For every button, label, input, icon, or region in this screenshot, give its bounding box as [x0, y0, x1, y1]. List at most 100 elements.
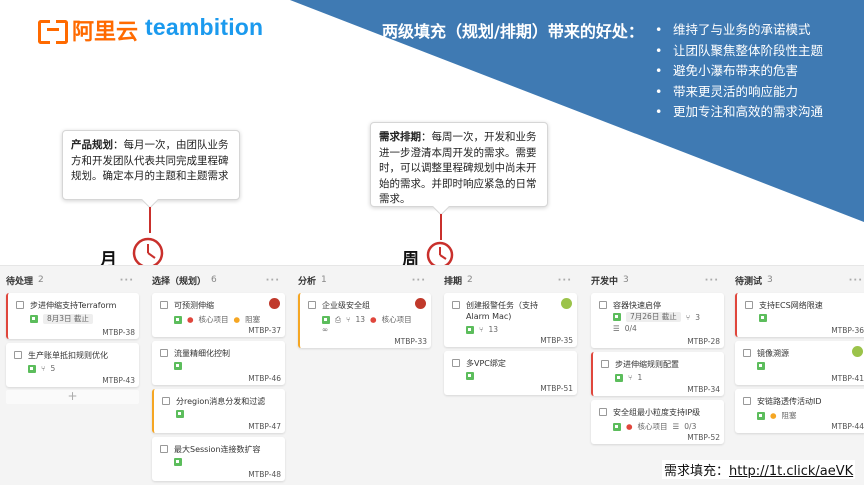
more-icon[interactable]: ··· [266, 275, 280, 286]
task-type-icon [757, 411, 765, 420]
task-id: MTBP-38 [102, 328, 135, 337]
callout-month-title: 产品规划 [71, 139, 113, 151]
task-checkbox[interactable] [160, 445, 168, 453]
subtask-icon: ⑂ [685, 312, 691, 322]
task-card[interactable]: 创建报警任务（支持Alarm Mac) ⑂ 13 MTBP-35 [444, 293, 577, 347]
task-checkbox[interactable] [599, 301, 607, 309]
footer-label: 需求填充： [664, 464, 730, 479]
column-header[interactable]: 分析 1 ··· [292, 266, 432, 294]
task-card[interactable]: 步进伸缩规则配置 ⑂ 1 MTBP-34 [591, 352, 724, 396]
task-checkbox[interactable] [14, 351, 22, 359]
task-meta: ● 核心项目 ☰ 0/3 [613, 421, 696, 432]
column-header[interactable]: 开发中 3 ··· [585, 266, 725, 294]
teambition-logo: teambition [145, 14, 264, 40]
task-id: MTBP-47 [248, 422, 281, 431]
more-icon[interactable]: ··· [705, 275, 719, 286]
task-id: MTBP-36 [831, 326, 864, 335]
avatar[interactable] [561, 298, 572, 309]
subtask-count: 3 [695, 312, 700, 322]
task-meta [466, 372, 474, 380]
task-meta: ☰ 0/4 [613, 324, 637, 333]
requirement-link[interactable]: http://1t.click/aeVK [729, 464, 853, 479]
column-header[interactable]: 待处理 2 ··· [0, 266, 140, 294]
task-meta: ● 阻塞 [757, 410, 797, 421]
task-checkbox[interactable] [601, 360, 609, 368]
benefits-list: 维持了与业务的承诺模式 让团队聚焦整体阶段性主题 避免小瀑布带来的危害 带来更灵… [655, 20, 823, 123]
task-card[interactable]: 流量精细化控制 MTBP-46 [152, 341, 285, 385]
add-task-button[interactable]: + [6, 390, 139, 404]
subtask-icon: ⑂ [346, 315, 351, 324]
tag-label: 阻塞 [245, 315, 261, 324]
task-card[interactable]: 容器快速启停 7月26日 截止 ⑂ 3 ☰ 0/4 MTBP-28 [591, 293, 724, 348]
task-id: MTBP-51 [540, 384, 573, 393]
task-title: 多VPC绑定 [466, 359, 506, 368]
task-checkbox[interactable] [160, 349, 168, 357]
aliyun-wordmark: 阿里云 [72, 20, 139, 45]
column-title: 待测试 [735, 276, 763, 287]
task-card[interactable]: 安全组最小粒度支持IP级 ● 核心项目 ☰ 0/3 MTBP-52 [591, 400, 724, 444]
task-card[interactable]: 安链路透传活动ID ● 阻塞 MTBP-44 [735, 389, 864, 433]
task-id: MTBP-35 [540, 336, 573, 345]
more-icon[interactable]: ··· [558, 275, 572, 286]
task-card[interactable]: 生产账单抵扣规则优化 ⑂ 5 MTBP-43 [6, 343, 139, 387]
task-title: 容器快速启停 [613, 301, 661, 310]
more-icon[interactable]: ··· [412, 275, 426, 286]
task-type-icon [613, 313, 621, 321]
week-pointer-line [440, 214, 442, 240]
column-todo: 待处理 2 ··· 步进伸缩支持Terraform 8月3日 截止 MTBP-3… [0, 266, 140, 485]
column-header[interactable]: 待测试 3 ··· [729, 266, 864, 294]
task-title: 步进伸缩规则配置 [615, 360, 679, 369]
task-meta [174, 458, 182, 466]
task-checkbox[interactable] [452, 359, 460, 367]
checklist-count: 0/4 [624, 324, 637, 333]
task-type-icon [174, 362, 182, 370]
task-card[interactable]: 企业级安全组 ⎙ ⑂ 13 ● 核心项目 ∞ MTBP-33 [298, 293, 431, 348]
slide: 阿里云 teambition 两级填充（规划/排期）带来的好处： 维持了与业务的… [0, 0, 864, 485]
task-meta: ⑂ 5 [28, 364, 55, 373]
subtask-count: 13 [488, 325, 499, 334]
task-checkbox[interactable] [743, 349, 751, 357]
more-icon[interactable]: ··· [120, 275, 134, 286]
task-title: 镜像溯源 [757, 349, 789, 358]
task-checkbox[interactable] [452, 301, 460, 309]
footer-link: 需求填充：http://1t.click/aeVK [662, 460, 856, 479]
tag-dot-icon: ● [626, 422, 633, 431]
attachment-icon: ⎙ [335, 314, 341, 324]
column-header[interactable]: 排期 2 ··· [438, 266, 578, 294]
task-meta: ⑂ 13 [466, 325, 498, 334]
task-type-icon [466, 325, 474, 334]
task-checkbox[interactable] [308, 301, 316, 309]
task-title: 最大Session连接数扩容 [174, 445, 261, 454]
avatar[interactable] [415, 298, 426, 309]
task-card[interactable]: 镜像溯源 MTBP-41 [735, 341, 864, 385]
subtask-icon: ⑂ [628, 373, 633, 382]
task-title: 可预测伸缩 [174, 301, 214, 310]
task-checkbox[interactable] [162, 397, 170, 405]
tag-label: 核心项目 [198, 315, 229, 324]
benefit-item: 让团队聚焦整体阶段性主题 [655, 41, 823, 62]
checklist-count: 0/3 [684, 422, 697, 431]
task-type-icon [615, 373, 623, 382]
task-card[interactable]: 步进伸缩支持Terraform 8月3日 截止 MTBP-38 [6, 293, 139, 339]
task-checkbox[interactable] [599, 408, 607, 416]
task-checkbox[interactable] [743, 397, 751, 405]
column-count: 3 [767, 275, 773, 285]
task-type-icon [466, 372, 474, 380]
column-in-development: 开发中 3 ··· 容器快速启停 7月26日 截止 ⑂ 3 ☰ 0/4 MTBP… [585, 266, 725, 485]
task-card[interactable]: 最大Session连接数扩容 MTBP-48 [152, 437, 285, 481]
column-header[interactable]: 选择（规划） 6 ··· [146, 266, 286, 294]
avatar[interactable] [269, 298, 280, 309]
task-checkbox[interactable] [16, 301, 24, 309]
task-type-icon [30, 315, 38, 323]
task-card[interactable]: 支持ECS网络限速 MTBP-36 [735, 293, 864, 337]
benefit-item: 更加专注和高效的需求沟通 [655, 102, 823, 123]
task-card[interactable]: 多VPC绑定 MTBP-51 [444, 351, 577, 395]
task-card[interactable]: 分region消息分发和过滤 MTBP-47 [152, 389, 285, 433]
avatar[interactable] [852, 346, 863, 357]
more-icon[interactable]: ··· [849, 275, 863, 286]
task-checkbox[interactable] [745, 301, 753, 309]
subtask-count: 13 [355, 315, 366, 324]
task-checkbox[interactable] [160, 301, 168, 309]
task-card[interactable]: 可预测伸缩 ● 核心项目 ● 阻塞 MTBP-37 [152, 293, 285, 337]
column-count: 1 [321, 275, 327, 285]
